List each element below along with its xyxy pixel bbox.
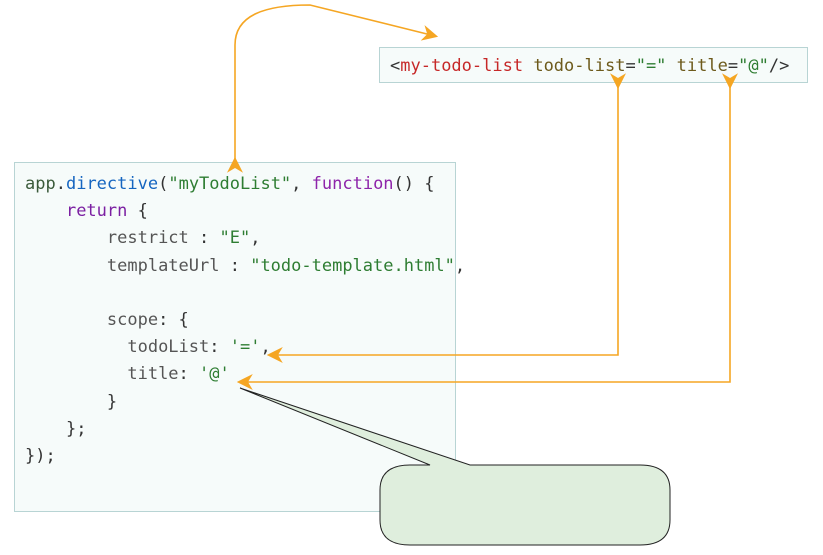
callout-text: '=' : Value is an expression '@' : Value… [390,480,670,522]
callout-line-1: '=' : Value is an expression [390,480,670,501]
code-line-11: }); [25,446,56,466]
js-directive-box: app.directive("myTodoList", function() {… [14,162,456,512]
angle-open: < [390,56,400,76]
attr-todo-list: todo-list [533,56,625,76]
code-line-1: app.directive("myTodoList", function() { [25,174,435,194]
directive-name-string: "myTodoList" [168,174,291,194]
attr-todo-list-value: "=" [636,56,667,76]
code-line-4: templateUrl : "todo-template.html", [25,256,465,276]
scope-key-todoList: todoList [127,337,209,357]
callout-line-2: '@' : Value is a String [390,501,670,522]
code-line-6: scope: { [25,310,189,330]
code-line-2: return { [25,201,148,221]
html-tag-name: my-todo-list [400,56,523,76]
code-line-9: } [25,392,117,412]
attr-title-value: "@" [738,56,769,76]
attr-title: title [677,56,728,76]
scope-val-equals: '=' [230,337,261,357]
code-line-7: todoList: '=', [25,337,271,357]
code-line-3: restrict : "E", [25,228,260,248]
scope-key-title: title [127,364,178,384]
code-line-8: title: '@' [25,364,230,384]
scope-val-at: '@' [199,364,230,384]
html-snippet-box: <my-todo-list todo-list="=" title="@"/> [379,47,808,83]
code-line-10: }; [25,419,86,439]
